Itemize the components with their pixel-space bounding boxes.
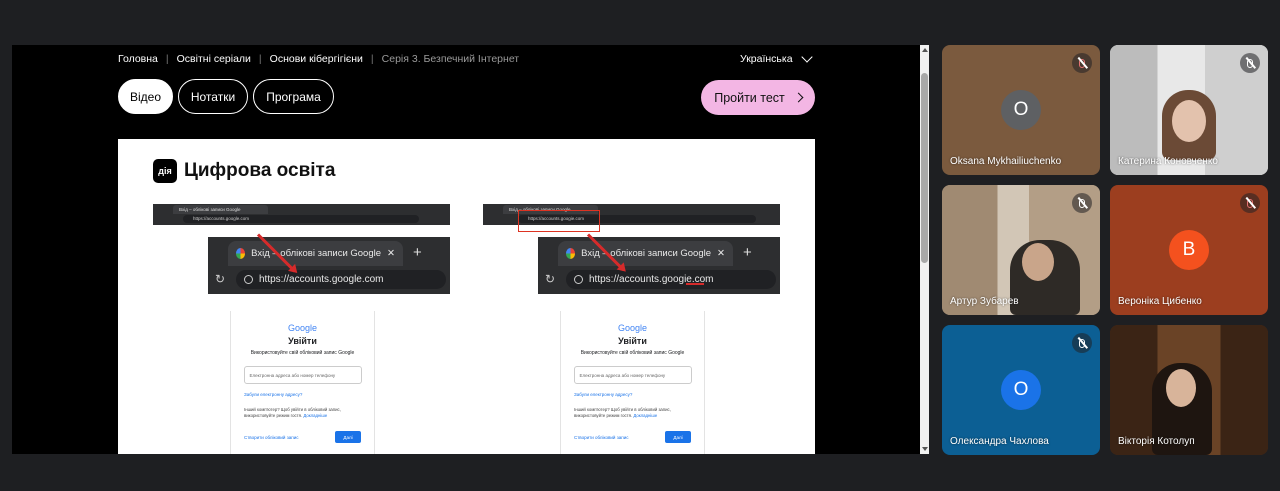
breadcrumb-separator: | (258, 53, 262, 65)
tab-program[interactable]: Програма (253, 79, 334, 114)
participant-name: Oksana Mykhailiuchenko (950, 156, 1062, 167)
google-logo: Google (617, 323, 648, 333)
plus-icon: + (743, 244, 752, 261)
zoomed-address-row: ↻ https://accounts.google.com (208, 268, 450, 292)
google-logo: Google (287, 323, 318, 333)
breadcrumb-series[interactable]: Освітні серіали (177, 53, 251, 65)
zoomed-address-row: ↻ https://accounts.googie.com (538, 268, 780, 292)
signin-heading: Увійти (288, 336, 317, 346)
mini-browser-left: Вхід – облікові записи Google https://ac… (153, 204, 450, 225)
participant-tile[interactable]: В Вероніка Цибенко (1110, 185, 1268, 315)
plus-icon: + (413, 244, 422, 261)
globe-icon (244, 275, 253, 284)
signin-heading: Увійти (618, 336, 647, 346)
next-button: Далі (665, 431, 691, 443)
email-field: Електронна адреса або номер телефону (573, 366, 692, 384)
participant-tile[interactable]: Вікторія Котолуп (1110, 325, 1268, 455)
participant-name: Олександра Чахлова (950, 436, 1049, 447)
zoomed-browser-left: Вхід – облікові записи Google ✕ + ↻ http… (208, 237, 450, 294)
forgot-email-link: Забули електронну адресу? (574, 392, 633, 397)
google-icon (236, 248, 246, 259)
avatar: О (1001, 370, 1041, 410)
breadcrumb-home[interactable]: Головна (118, 53, 158, 65)
diia-logo: дія (153, 159, 177, 183)
create-account-link: Створити обліковий запис (574, 434, 629, 440)
signin-footer: Створити обліковий запис Далі (244, 431, 361, 443)
person-face (1172, 100, 1206, 142)
scroll-down-icon[interactable] (922, 447, 928, 451)
take-test-label: Пройти тест (714, 90, 785, 105)
take-test-button[interactable]: Пройти тест (701, 80, 815, 115)
create-account-link: Створити обліковий запис (244, 434, 299, 440)
zoomed-browser-right: Вхід – облікові записи Google ✕ + ↻ http… (538, 237, 780, 294)
meet-window: Головна | Освітні серіали | Основи кібер… (0, 0, 1280, 491)
next-button: Далі (335, 431, 361, 443)
email-field: Електронна адреса або номер телефону (243, 366, 362, 384)
zoomed-url-label: https://accounts.google.com (259, 274, 384, 285)
learn-more-link: Докладніше (303, 413, 328, 418)
participant-tile[interactable]: Катерина Коновченко (1110, 45, 1268, 175)
mic-off-icon (1240, 53, 1260, 73)
breadcrumb-course[interactable]: Основи кібергігієни (270, 53, 363, 65)
scroll-up-icon[interactable] (922, 48, 928, 52)
signin-footer: Створити обліковий запис Далі (574, 431, 691, 443)
breadcrumb-current: Серія 3. Безпечний Інтернет (381, 53, 520, 65)
guest-mode-text: Інший комп'ютер? Щоб увійти в обліковий … (574, 407, 671, 418)
language-label: Українська (740, 53, 793, 65)
google-signin-left: Google Увійти Використовуйте свій обліко… (230, 311, 375, 454)
participant-name: Артур Зубарев (950, 296, 1019, 307)
participant-tile[interactable]: O Oksana Mykhailiuchenko (942, 45, 1100, 175)
zoomed-tab: Вхід – облікові записи Google ✕ (228, 241, 403, 266)
reload-icon: ↻ (215, 272, 226, 286)
google-icon (566, 248, 576, 259)
scroll-thumb[interactable] (921, 73, 928, 263)
learn-more-link: Докладніше (633, 413, 658, 418)
content-tabs: Відео Нотатки Програма (118, 79, 334, 114)
mic-off-icon (1072, 193, 1092, 213)
chevron-down-icon (800, 51, 813, 63)
zoomed-address-bar: https://accounts.google.com (236, 270, 446, 289)
mini-tab-label: Вхід – облікові записи Google (173, 205, 268, 214)
breadcrumb-separator: | (165, 53, 169, 65)
breadcrumb-separator: | (370, 53, 374, 65)
guest-mode-text: Інший комп'ютер? Щоб увійти в обліковий … (244, 407, 341, 418)
presentation-slide: дія Цифрова освіта Вхід – облікові запис… (118, 139, 815, 454)
zoomed-tab: Вхід – облікові записи Google ✕ (558, 241, 733, 266)
shared-screen: Головна | Освітні серіали | Основи кібер… (12, 45, 929, 454)
avatar: В (1169, 230, 1209, 270)
reload-icon: ↻ (545, 272, 556, 286)
zoomed-address-bar: https://accounts.googie.com (566, 270, 776, 289)
close-icon: ✕ (387, 248, 395, 259)
participant-name: Катерина Коновченко (1118, 156, 1218, 167)
avatar: O (1001, 90, 1041, 130)
forgot-email-link: Забули електронну адресу? (244, 392, 303, 397)
tab-notes[interactable]: Нотатки (178, 79, 248, 114)
mic-off-icon (1072, 333, 1092, 353)
participant-name: Вікторія Котолуп (1118, 436, 1195, 447)
mic-off-icon (1072, 53, 1092, 73)
google-signin-right: Google Увійти Використовуйте свій обліко… (560, 311, 705, 454)
person-face (1022, 243, 1054, 281)
person-face (1166, 369, 1196, 407)
vertical-scrollbar[interactable] (920, 45, 929, 454)
chevron-right-icon (793, 92, 804, 103)
mic-off-icon (1240, 193, 1260, 213)
slide-title: Цифрова освіта (184, 160, 336, 181)
breadcrumb: Головна | Освітні серіали | Основи кібер… (118, 53, 519, 65)
signin-subtitle: Використовуйте свій обліковий запис Goog… (580, 350, 685, 356)
url-underline (686, 283, 704, 285)
tab-video[interactable]: Відео (118, 79, 173, 114)
signin-subtitle: Використовуйте свій обліковий запис Goog… (250, 350, 355, 356)
globe-icon (574, 275, 583, 284)
language-selector[interactable]: Українська (740, 51, 813, 65)
participant-tile[interactable]: Артур Зубарев (942, 185, 1100, 315)
highlight-box (518, 210, 600, 232)
mini-url-label: https://accounts.google.com (183, 215, 419, 223)
participant-tile[interactable]: О Олександра Чахлова (942, 325, 1100, 455)
close-icon: ✕ (717, 248, 725, 259)
participant-name: Вероніка Цибенко (1118, 296, 1202, 307)
